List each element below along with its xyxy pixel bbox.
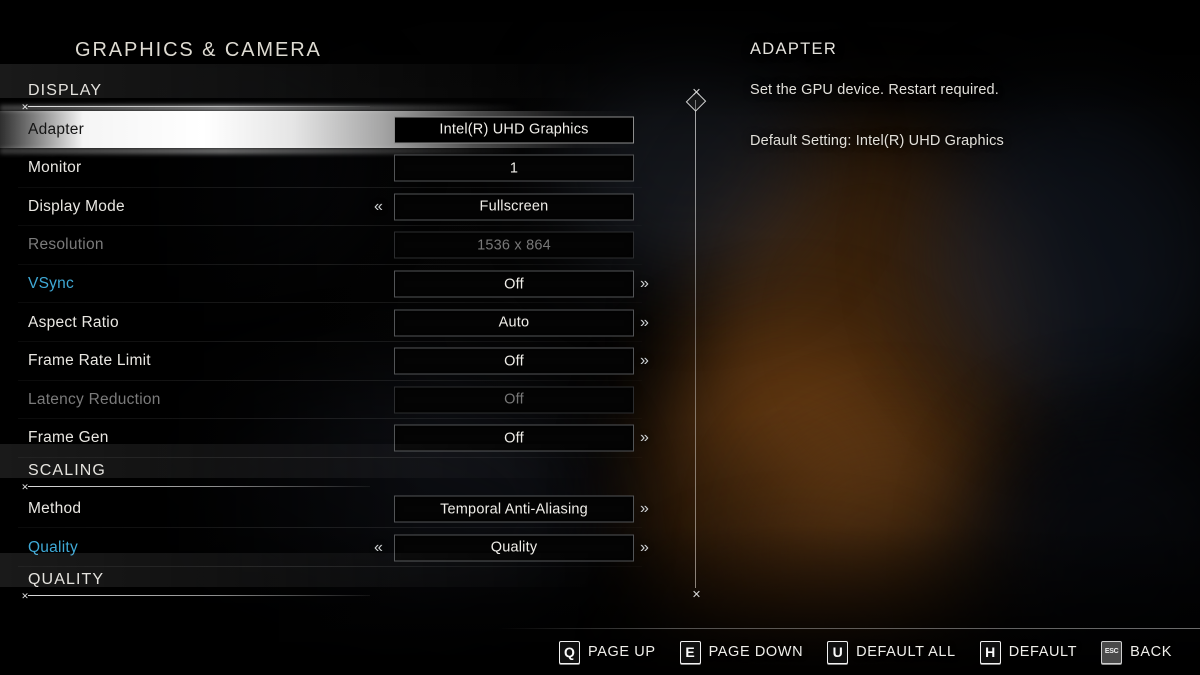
setting-label: Frame Gen (28, 429, 109, 447)
setting-row-latency-reduction: Latency Reduction Off (0, 381, 660, 420)
setting-value[interactable]: 1 (394, 154, 634, 182)
settings-panel: DISPLAY ✕ Adapter Intel(R) UHD Graphics Moni… (0, 64, 660, 601)
chevron-left-icon[interactable]: « (374, 198, 383, 215)
info-panel: ADAPTER Set the GPU device. Restart requ… (750, 40, 1170, 152)
chevron-right-icon[interactable]: » (640, 539, 649, 556)
chevron-right-icon[interactable]: » (640, 276, 649, 292)
setting-label: Quality (28, 538, 78, 556)
chevron-right-icon[interactable]: » (640, 353, 649, 369)
keycap-u-icon[interactable]: U (827, 640, 849, 664)
prompt-default[interactable]: H DEFAULT (979, 640, 1078, 664)
setting-row-monitor[interactable]: Monitor 1 (0, 149, 660, 188)
setting-value: 1536 x 864 (394, 231, 634, 259)
section-rule: ✕ (16, 482, 660, 491)
keycap-q-icon[interactable]: Q (559, 640, 580, 664)
prompt-page-down[interactable]: E PAGE DOWN (679, 640, 804, 664)
section-rule: ✕ (16, 590, 660, 601)
keycap-esc-icon[interactable]: ESC (1101, 640, 1123, 664)
setting-label: Display Mode (28, 197, 125, 215)
setting-row-quality[interactable]: Quality « Quality » (0, 528, 660, 567)
setting-value[interactable]: Fullscreen (394, 193, 634, 221)
setting-value[interactable]: Off (394, 424, 634, 452)
setting-label: Aspect Ratio (28, 313, 119, 331)
setting-row-adapter[interactable]: Adapter Intel(R) UHD Graphics (0, 105, 660, 154)
chevron-right-icon[interactable]: » (640, 430, 649, 446)
setting-value[interactable]: Off (394, 270, 634, 298)
info-title: ADAPTER (750, 40, 838, 58)
prompt-page-up[interactable]: Q PAGE UP (559, 640, 656, 664)
prompt-label: DEFAULT (1008, 644, 1078, 660)
setting-value[interactable]: Off (394, 347, 634, 375)
setting-label: VSync (28, 275, 75, 293)
prompt-label: DEFAULT ALL (856, 644, 956, 660)
prompt-label: PAGE DOWN (708, 644, 804, 660)
section-label: DISPLAY (28, 82, 103, 99)
prompt-default-all[interactable]: U DEFAULT ALL (827, 640, 956, 664)
bottom-bar: Q PAGE UP E PAGE DOWN U DEFAULT ALL H DEFAULT ES… (0, 629, 1200, 675)
section-header-quality: QUALITY ✕ (0, 552, 660, 601)
info-description: Set the GPU device. Restart required. (750, 82, 999, 98)
chevron-right-icon[interactable]: » (640, 501, 649, 517)
info-default-setting: Default Setting: Intel(R) UHD Graphics (750, 133, 1004, 149)
setting-value[interactable]: Auto (394, 309, 634, 337)
setting-value[interactable]: Quality (394, 534, 634, 562)
setting-value[interactable]: Temporal Anti-Aliasing (394, 495, 634, 523)
section-label: SCALING (28, 461, 106, 479)
setting-row-aspect-ratio[interactable]: Aspect Ratio Auto » (0, 303, 660, 342)
prompt-label: BACK (1130, 644, 1172, 660)
setting-row-frame-rate-limit[interactable]: Frame Rate Limit Off » (0, 342, 660, 381)
scrollbar[interactable]: ✕ ✕ (685, 86, 707, 602)
scrollbar-track[interactable] (695, 100, 696, 588)
setting-row-method[interactable]: Method Temporal Anti-Aliasing » (0, 490, 660, 529)
keycap-e-icon[interactable]: E (679, 640, 701, 664)
chevron-right-icon[interactable]: » (640, 314, 649, 331)
prompt-label: PAGE UP (588, 644, 656, 660)
setting-row-vsync[interactable]: VSync Off » (0, 265, 660, 304)
page-title: GRAPHICS & CAMERA (75, 39, 322, 61)
scrollbar-cap-bottom-icon: ✕ (691, 589, 701, 601)
setting-row-display-mode[interactable]: Display Mode « Fullscreen (0, 188, 660, 227)
setting-row-frame-gen[interactable]: Frame Gen Off » (0, 419, 660, 458)
prompt-back[interactable]: ESC BACK (1101, 640, 1172, 664)
section-label: QUALITY (28, 570, 105, 588)
setting-label: Monitor (28, 159, 82, 177)
section-ornament-icon: ✕ (21, 590, 29, 601)
setting-label: Frame Rate Limit (28, 352, 151, 370)
setting-label: Resolution (28, 236, 104, 254)
setting-row-resolution: Resolution 1536 x 864 (0, 226, 660, 265)
setting-label: Method (28, 500, 82, 518)
setting-label: Adapter (28, 120, 85, 138)
setting-label: Latency Reduction (28, 390, 161, 408)
chevron-left-icon[interactable]: « (374, 539, 383, 556)
setting-value: Off (394, 386, 634, 414)
keycap-h-icon[interactable]: H (979, 640, 1001, 664)
setting-value[interactable]: Intel(R) UHD Graphics (394, 116, 634, 143)
section-header-scaling: SCALING ✕ (0, 443, 660, 491)
